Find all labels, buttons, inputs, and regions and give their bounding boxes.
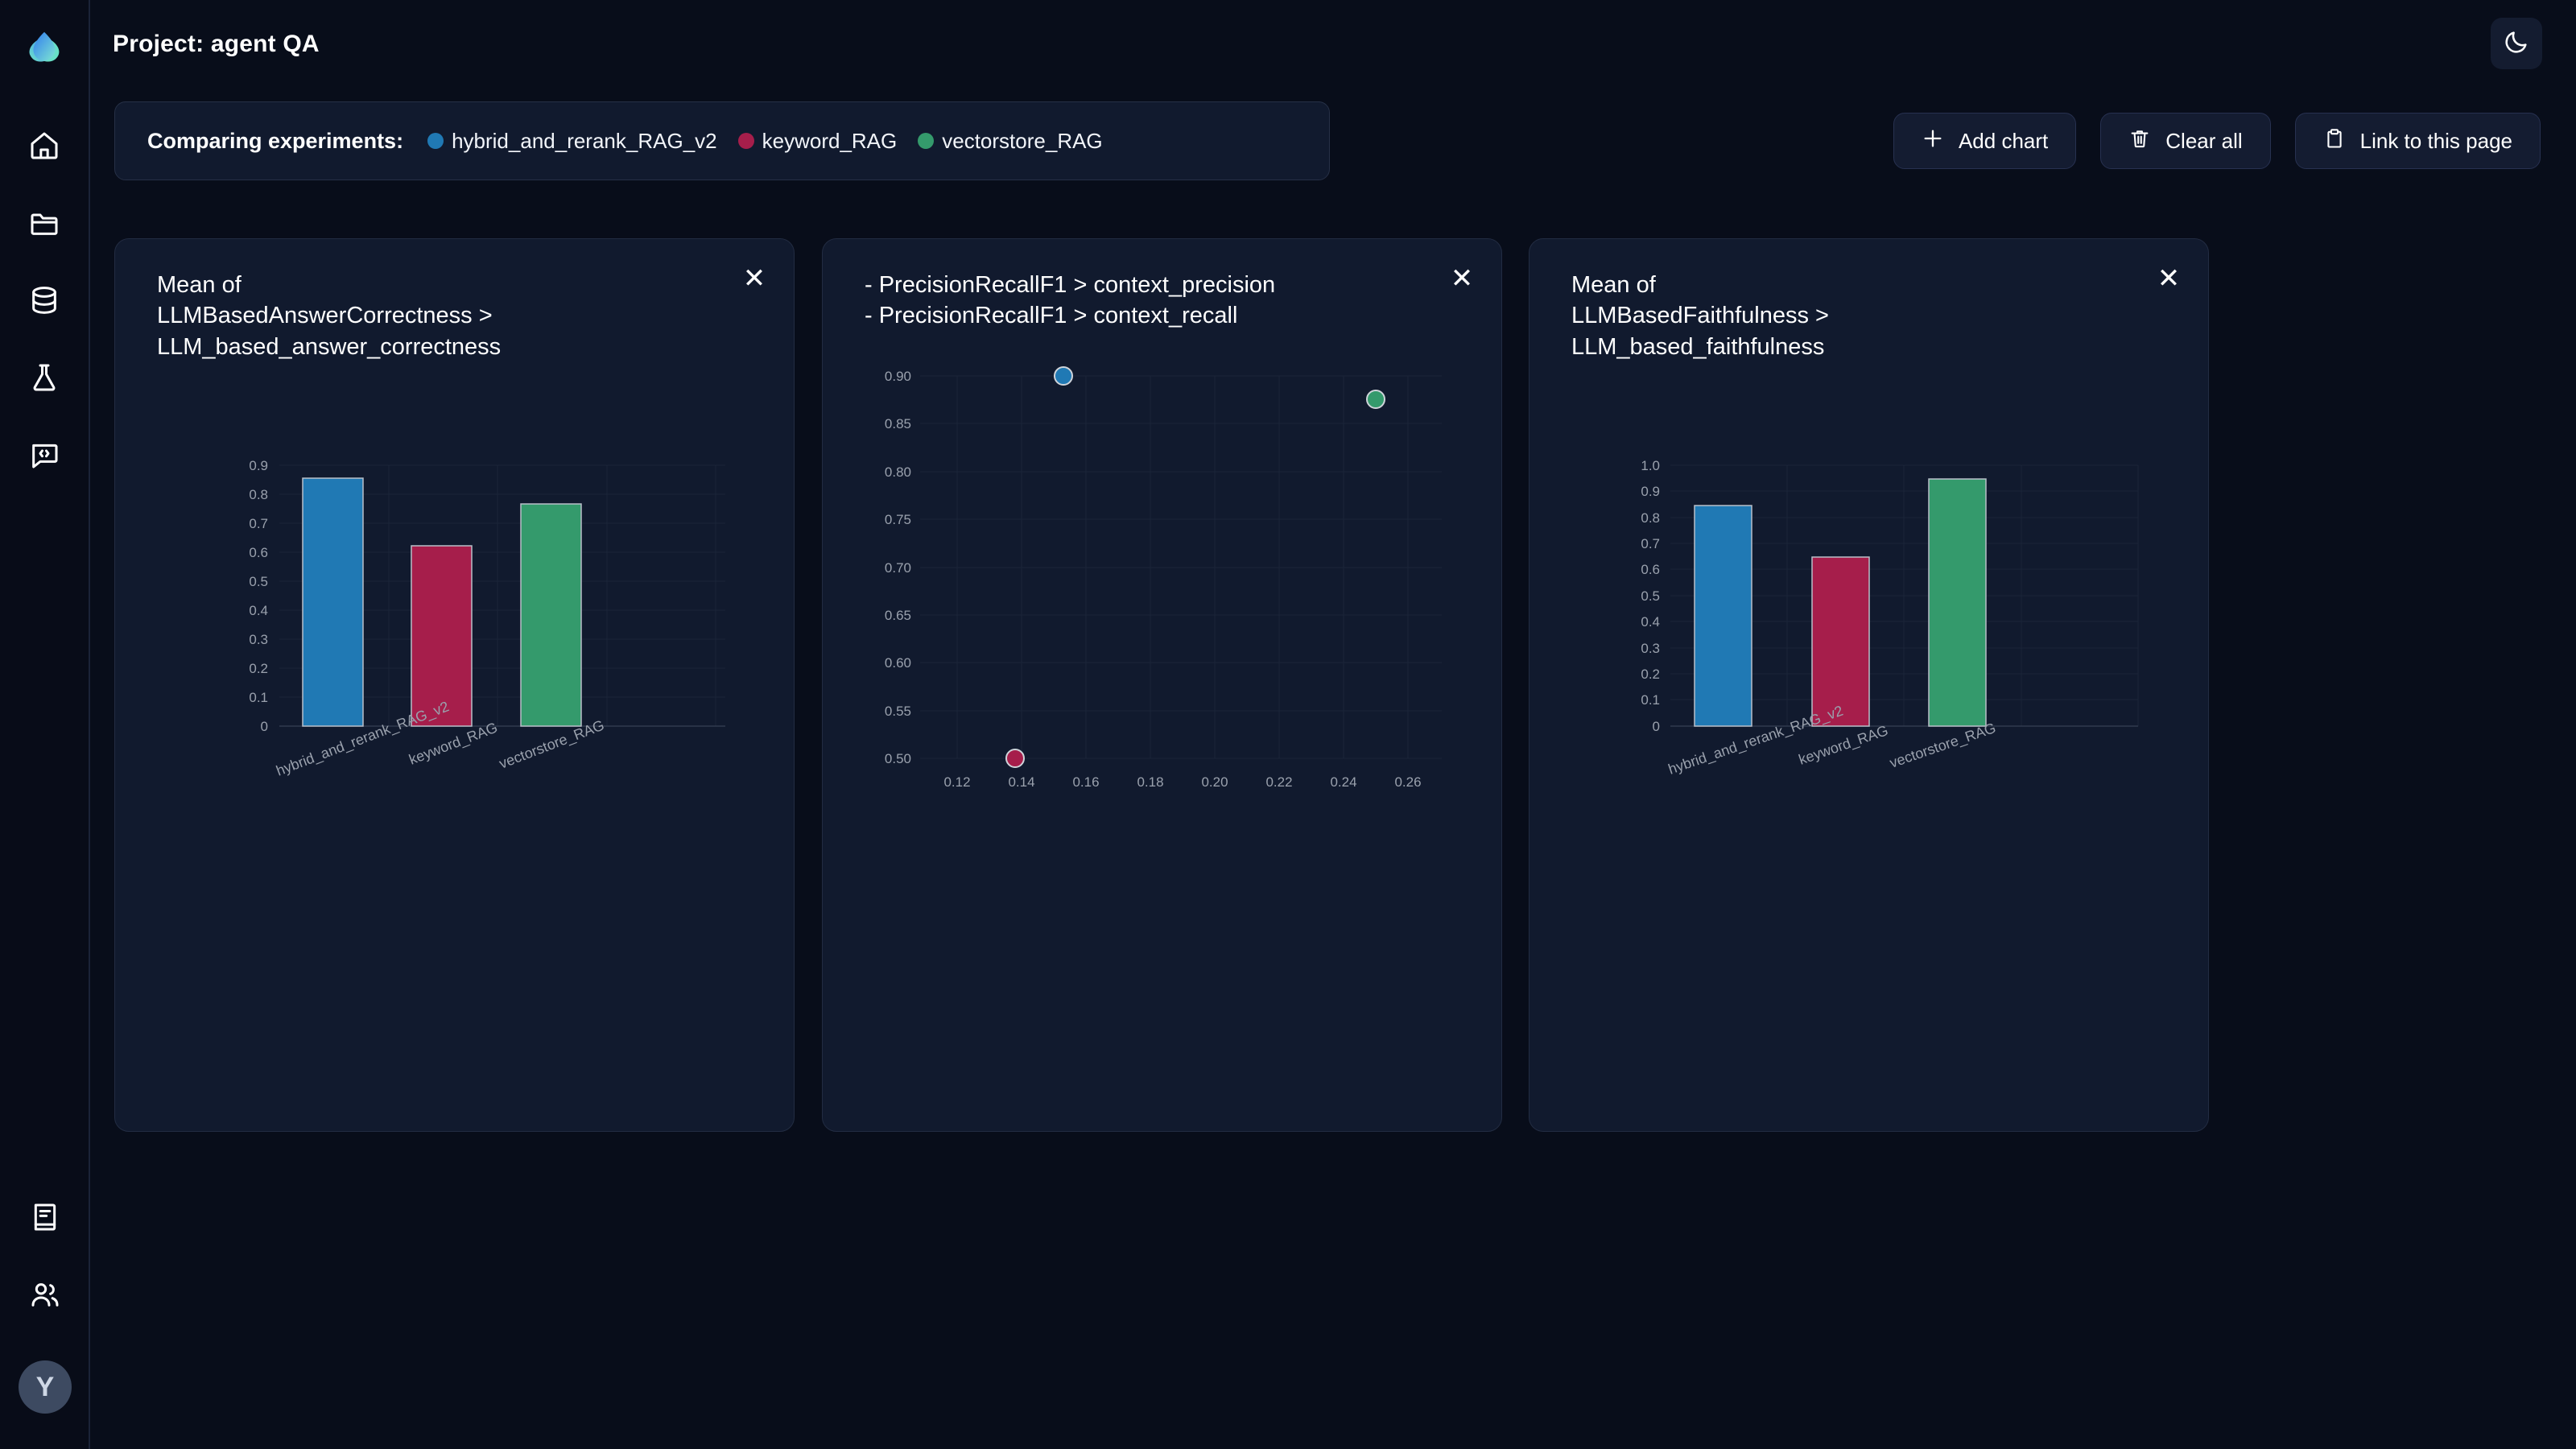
folder-icon [28,207,60,239]
clipboard-icon [2323,127,2346,155]
svg-text:0.2: 0.2 [249,661,268,676]
svg-text:0.3: 0.3 [249,632,268,647]
sidebar-item-home[interactable] [15,117,73,175]
legend-dot-icon [737,133,754,149]
app-logo-droplet-icon[interactable] [19,24,69,78]
svg-text:0.6: 0.6 [1641,562,1660,577]
svg-text:0.20: 0.20 [1201,774,1228,790]
sidebar-item-projects[interactable] [15,194,73,252]
theme-toggle-button[interactable] [2491,18,2542,69]
svg-text:0.9: 0.9 [249,458,268,473]
header-actions: Add chart Clear all Link to this page [1893,113,2541,169]
svg-text:0.4: 0.4 [249,603,268,618]
svg-text:hybrid_and_rerank_RAG_v2: hybrid_and_rerank_RAG_v2 [1666,703,1846,778]
flask-icon [28,361,60,394]
svg-text:0.65: 0.65 [885,608,911,623]
svg-text:0.16: 0.16 [1072,774,1099,790]
chart-card-precision-recall: ✕ - PrecisionRecallF1 > context_precisio… [822,238,1502,1132]
svg-text:vectorstore_RAG: vectorstore_RAG [1888,720,1998,772]
svg-text:0.80: 0.80 [885,464,911,480]
add-chart-button[interactable]: Add chart [1893,113,2077,169]
svg-text:0.90: 0.90 [885,369,911,384]
sidebar-item-experiments[interactable] [15,349,73,407]
clear-all-label: Clear all [2165,128,2243,153]
svg-text:0.70: 0.70 [885,560,911,576]
trash-icon [2128,127,2151,155]
sidebar-item-datasets[interactable] [15,271,73,329]
link-to-this-page-button[interactable]: Link to this page [2294,113,2541,169]
svg-text:0.7: 0.7 [249,516,268,531]
page-title: Project: agent QA [113,31,320,57]
legend-label: keyword_RAG [762,128,898,153]
legend-label: vectorstore_RAG [942,128,1103,153]
svg-text:0.2: 0.2 [1641,667,1660,682]
svg-text:0.3: 0.3 [1641,641,1660,656]
svg-text:0.55: 0.55 [885,704,911,719]
clear-all-button[interactable]: Clear all [2100,113,2271,169]
svg-text:0.8: 0.8 [1641,510,1660,526]
book-icon [29,1201,61,1233]
link-to-this-page-label: Link to this page [2359,128,2512,153]
plus-icon [1922,127,1944,155]
legend-dot-icon [427,133,444,149]
comparing-experiments-bar: Comparing experiments: hybrid_and_rerank… [114,101,1330,180]
comparing-experiments-label: Comparing experiments: [147,128,404,153]
svg-text:0: 0 [261,719,268,734]
svg-text:0.5: 0.5 [1641,588,1660,604]
legend-item-vectorstore-rag[interactable]: vectorstore_RAG [918,128,1103,154]
svg-text:0.75: 0.75 [885,512,911,527]
home-icon [28,130,60,162]
svg-text:0: 0 [1653,719,1660,734]
add-chart-label: Add chart [1958,128,2049,153]
sidebar-item-prompts[interactable] [15,426,73,484]
bar-chart-answer-correctness[interactable]: 0.9 0.8 0.7 0.6 0.5 0.4 0.3 0.2 0.1 0 hy… [115,239,795,1133]
legend-dot-icon [918,133,935,149]
svg-text:1.0: 1.0 [1641,458,1660,473]
database-icon [28,284,60,316]
svg-text:0.5: 0.5 [249,574,268,589]
svg-text:0.85: 0.85 [885,416,911,431]
chart-card-faithfulness: ✕ Mean of LLMBasedFaithfulness > LLM_bas… [1529,238,2209,1132]
avatar-initial: Y [35,1371,55,1402]
svg-text:0.6: 0.6 [249,545,268,560]
svg-text:0.22: 0.22 [1265,774,1292,790]
users-icon [29,1278,61,1311]
legend-item-keyword-rag[interactable]: keyword_RAG [737,128,898,154]
bar-chart-faithfulness[interactable]: 1.0 0.9 0.8 0.7 0.6 0.5 0.4 0.3 0.2 0.1 … [1530,239,2210,1133]
svg-text:0.18: 0.18 [1137,774,1163,790]
sidebar-bottom-group: Y [0,1188,90,1414]
scatter-chart-precision-recall[interactable]: 0.90 0.85 0.80 0.75 0.70 0.65 0.60 0.55 … [823,239,1503,1133]
svg-text:0.26: 0.26 [1394,774,1421,790]
svg-text:0.24: 0.24 [1330,774,1356,790]
svg-text:0.4: 0.4 [1641,614,1660,630]
svg-text:0.50: 0.50 [885,751,911,766]
avatar[interactable]: Y [19,1360,72,1414]
svg-text:0.1: 0.1 [1641,692,1660,708]
svg-text:0.8: 0.8 [249,487,268,502]
sidebar-item-team[interactable] [16,1265,74,1323]
svg-text:0.9: 0.9 [1641,484,1660,499]
message-code-icon [28,439,60,471]
svg-text:0.7: 0.7 [1641,536,1660,551]
legend-label: hybrid_and_rerank_RAG_v2 [452,128,717,153]
moon-icon [2503,28,2530,60]
sidebar: Y [0,0,90,1449]
svg-text:0.60: 0.60 [885,655,911,671]
sidebar-item-docs[interactable] [16,1188,74,1246]
svg-text:0.12: 0.12 [943,774,970,790]
chart-card-answer-correctness: ✕ Mean of LLMBasedAnswerCorrectness > LL… [114,238,795,1132]
svg-text:0.14: 0.14 [1008,774,1034,790]
svg-text:0.1: 0.1 [249,690,268,705]
legend-item-hybrid-and-rerank-rag-v2[interactable]: hybrid_and_rerank_RAG_v2 [427,129,717,154]
